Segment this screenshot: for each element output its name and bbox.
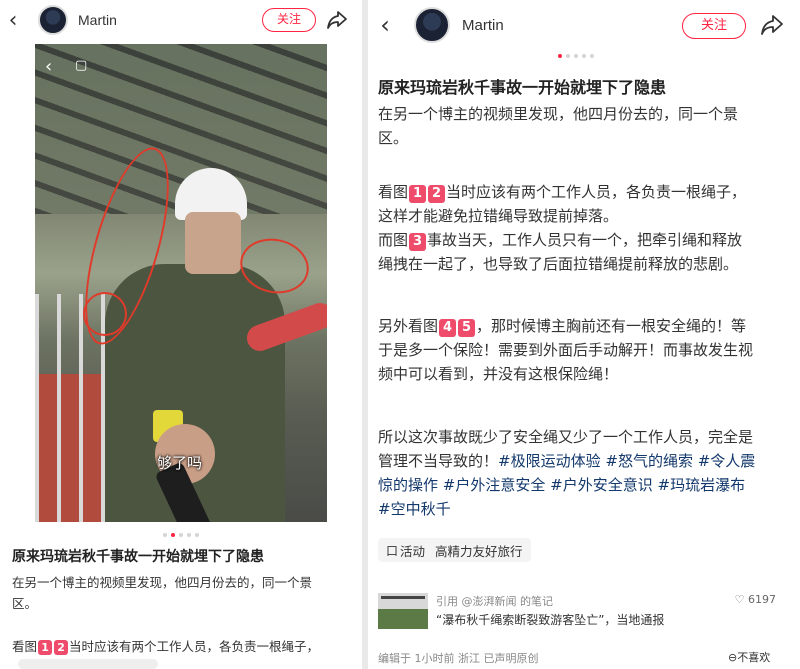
hashtag-link[interactable]: 惊的操作 [378,476,438,494]
back-chevron-left-icon[interactable]: ‹ [374,11,396,39]
video-subtitle: 够了吗 [157,454,203,472]
red-circle-annotation [83,292,127,336]
post-title: 原来玛琉岩秋千事故一开始就埋下了隐患 [12,549,264,565]
post-title: 原来玛琉岩秋千事故一开始就埋下了隐患 [378,78,667,97]
like-count[interactable]: ♡ 6197 [735,593,776,606]
body-paragraph-1: 在另一个博主的视频里发现，他四月份去的，同一个景 区。 [378,105,739,147]
quoted-note-thumbnail [378,593,428,629]
number-badge: 2 [54,640,69,655]
dislike-button[interactable]: ⊖不喜欢 [728,649,770,665]
quoted-note-card[interactable]: 引用 @澎湃新闻 的笔记 “瀑布秋千绳索断裂致游客坠亡”，当地通报 ♡ 6197 [378,589,780,633]
activity-icon: 口 [386,543,399,558]
share-icon[interactable] [760,14,784,36]
follow-button[interactable]: 关注 [262,8,316,32]
photo-window-icon: ▢ [75,58,88,73]
quoted-note-source: 引用 @澎湃新闻 的笔记 [436,595,553,608]
carousel-dots [163,533,199,537]
hashtag-link[interactable]: #空中秋千 [378,500,451,518]
blurred-face [185,212,241,274]
body-paragraph-4: 所以这次事故既少了安全绳又少了一个工作人员，完全是 管理不当导致的！#极限运动体… [378,428,756,518]
number-badge: 4 [439,319,457,337]
post-photo[interactable]: ‹ ▢ 够了吗 [35,44,327,522]
number-badge: 2 [428,185,446,203]
number-badge: 1 [38,640,53,655]
activity-chip[interactable]: 口 活动 高精力友好旅行 [378,538,531,562]
share-icon[interactable] [326,10,348,30]
username[interactable]: Martin [78,12,117,28]
avatar[interactable] [38,5,68,35]
hashtag-link[interactable]: #玛琉岩瀑布 [658,476,746,494]
back-chevron-left-icon[interactable]: ‹ [2,8,24,33]
comment-input[interactable] [18,659,158,669]
left-post-screenshot: ‹ Martin 关注 ‹ ▢ 够了吗 原来玛琉岩秋千事故一开始就埋下了隐患 在… [0,0,362,669]
hashtag-link[interactable]: #令人震 [698,452,756,470]
username[interactable]: Martin [462,17,504,34]
body-paragraph-2: 看图 1 2 当时应该有两个工作人员，各负责一根绳子， 这样才能避免拉错绳导致提前掉落… [378,183,747,273]
body-text: 看图 1 2 当时应该有两个工作人员，各负责一根绳子， [12,639,320,655]
right-post-screenshot: ‹ Martin 关注 原来玛琉岩秋千事故一开始就埋下了隐患 在另一个博主的视频… [368,0,800,669]
edit-info: 编辑于 1小时前 浙江 已声明原创 [378,652,539,665]
activity-name: 高精力友好旅行 [435,543,523,559]
avatar[interactable] [414,7,450,43]
number-badge: 1 [409,185,427,203]
hashtag-link[interactable]: #户外安全意识 [550,476,653,494]
number-badge: 3 [409,233,427,251]
hashtag-link[interactable]: #极限运动体验 [498,452,601,470]
activity-label: 活动 [400,543,426,559]
quoted-note-title: “瀑布秋千绳索断裂致游客坠亡”，当地通报 [436,613,665,627]
follow-button[interactable]: 关注 [682,13,746,39]
body-paragraph-3: 另外看图 4 5 ，那时候博主胸前还有一根安全绳的！等 于是多一个保险！需要到外面后手… [378,317,754,383]
hashtag-link[interactable]: #怒气的绳索 [605,452,693,470]
bottom-bar [0,655,362,669]
photo-back-icon: ‹ [45,56,53,77]
number-badge: 5 [458,319,476,337]
carousel-dots [558,54,594,58]
hashtag-link[interactable]: #户外注意安全 [443,476,546,494]
body-text: 在另一个博主的视频里发现，他四月份去的，同一个景 区。 [12,575,313,611]
